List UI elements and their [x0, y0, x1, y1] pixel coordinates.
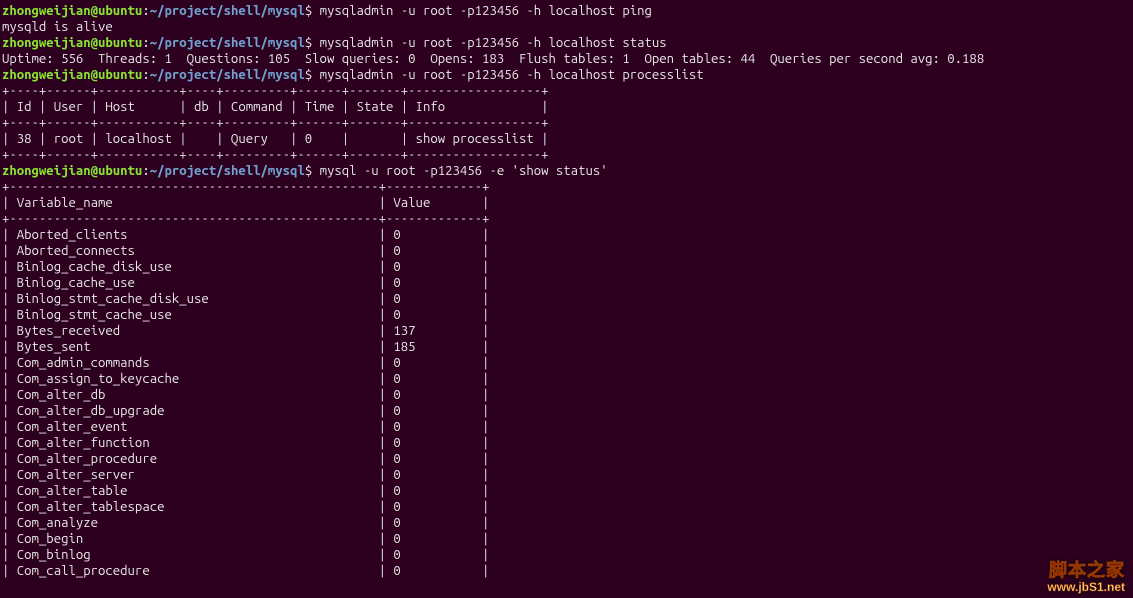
processlist-header: | Id | User | Host | db | Command | Time… [2, 100, 549, 114]
prompt-path: ~/project/shell/mysql [150, 4, 305, 18]
status-row: | Binlog_stmt_cache_use | 0 | [2, 308, 489, 322]
prompt-path: ~/project/shell/mysql [150, 68, 305, 82]
status-row: | Com_alter_db_upgrade | 0 | [2, 404, 489, 418]
status-row: | Com_alter_function | 0 | [2, 436, 489, 450]
status-header: | Variable_name | Value | [2, 196, 489, 210]
prompt-user: zhongweijian@ubuntu [2, 164, 142, 178]
status-row: | Com_assign_to_keycache | 0 | [2, 372, 489, 386]
watermark-url: www.jbS1.net [1047, 581, 1125, 594]
processlist-row: | 38 | root | localhost | | Query | 0 | … [2, 132, 549, 146]
output-status: Uptime: 556 Threads: 1 Questions: 105 Sl… [2, 52, 984, 66]
status-row: | Com_binlog | 0 | [2, 548, 489, 562]
status-border: +---------------------------------------… [2, 180, 489, 194]
status-row: | Binlog_stmt_cache_disk_use | 0 | [2, 292, 489, 306]
processlist-border: +----+------+-----------+----+---------+… [2, 116, 549, 130]
status-row: | Com_admin_commands | 0 | [2, 356, 489, 370]
status-row: | Com_alter_server | 0 | [2, 468, 489, 482]
status-row: | Com_alter_procedure | 0 | [2, 452, 489, 466]
prompt-user: zhongweijian@ubuntu [2, 4, 142, 18]
status-row: | Bytes_sent | 185 | [2, 340, 489, 354]
prompt-user: zhongweijian@ubuntu [2, 68, 142, 82]
status-row: | Binlog_cache_use | 0 | [2, 276, 489, 290]
status-row: | Com_alter_db | 0 | [2, 388, 489, 402]
command-ping: mysqladmin -u root -p123456 -h localhost… [320, 4, 652, 18]
status-row: | Com_alter_event | 0 | [2, 420, 489, 434]
status-row: | Com_alter_table | 0 | [2, 484, 489, 498]
status-row: | Bytes_received | 137 | [2, 324, 489, 338]
command-show-status: mysql -u root -p123456 -e 'show status' [320, 164, 608, 178]
terminal-output[interactable]: zhongweijian@ubuntu:~/project/shell/mysq… [0, 0, 1133, 582]
command-processlist: mysqladmin -u root -p123456 -h localhost… [320, 68, 704, 82]
status-row: | Com_analyze | 0 | [2, 516, 489, 530]
processlist-border: +----+------+-----------+----+---------+… [2, 148, 549, 162]
status-row: | Com_alter_tablespace | 0 | [2, 500, 489, 514]
status-row: | Com_call_procedure | 0 | [2, 564, 489, 578]
status-row: | Binlog_cache_disk_use | 0 | [2, 260, 489, 274]
status-row: | Com_begin | 0 | [2, 532, 489, 546]
prompt-user: zhongweijian@ubuntu [2, 36, 142, 50]
command-status: mysqladmin -u root -p123456 -h localhost… [320, 36, 667, 50]
output-ping: mysqld is alive [2, 20, 113, 34]
prompt-path: ~/project/shell/mysql [150, 164, 305, 178]
prompt-path: ~/project/shell/mysql [150, 36, 305, 50]
processlist-border: +----+------+-----------+----+---------+… [2, 84, 549, 98]
status-row: | Aborted_connects | 0 | [2, 244, 489, 258]
status-border: +---------------------------------------… [2, 212, 489, 226]
status-row: | Aborted_clients | 0 | [2, 228, 489, 242]
